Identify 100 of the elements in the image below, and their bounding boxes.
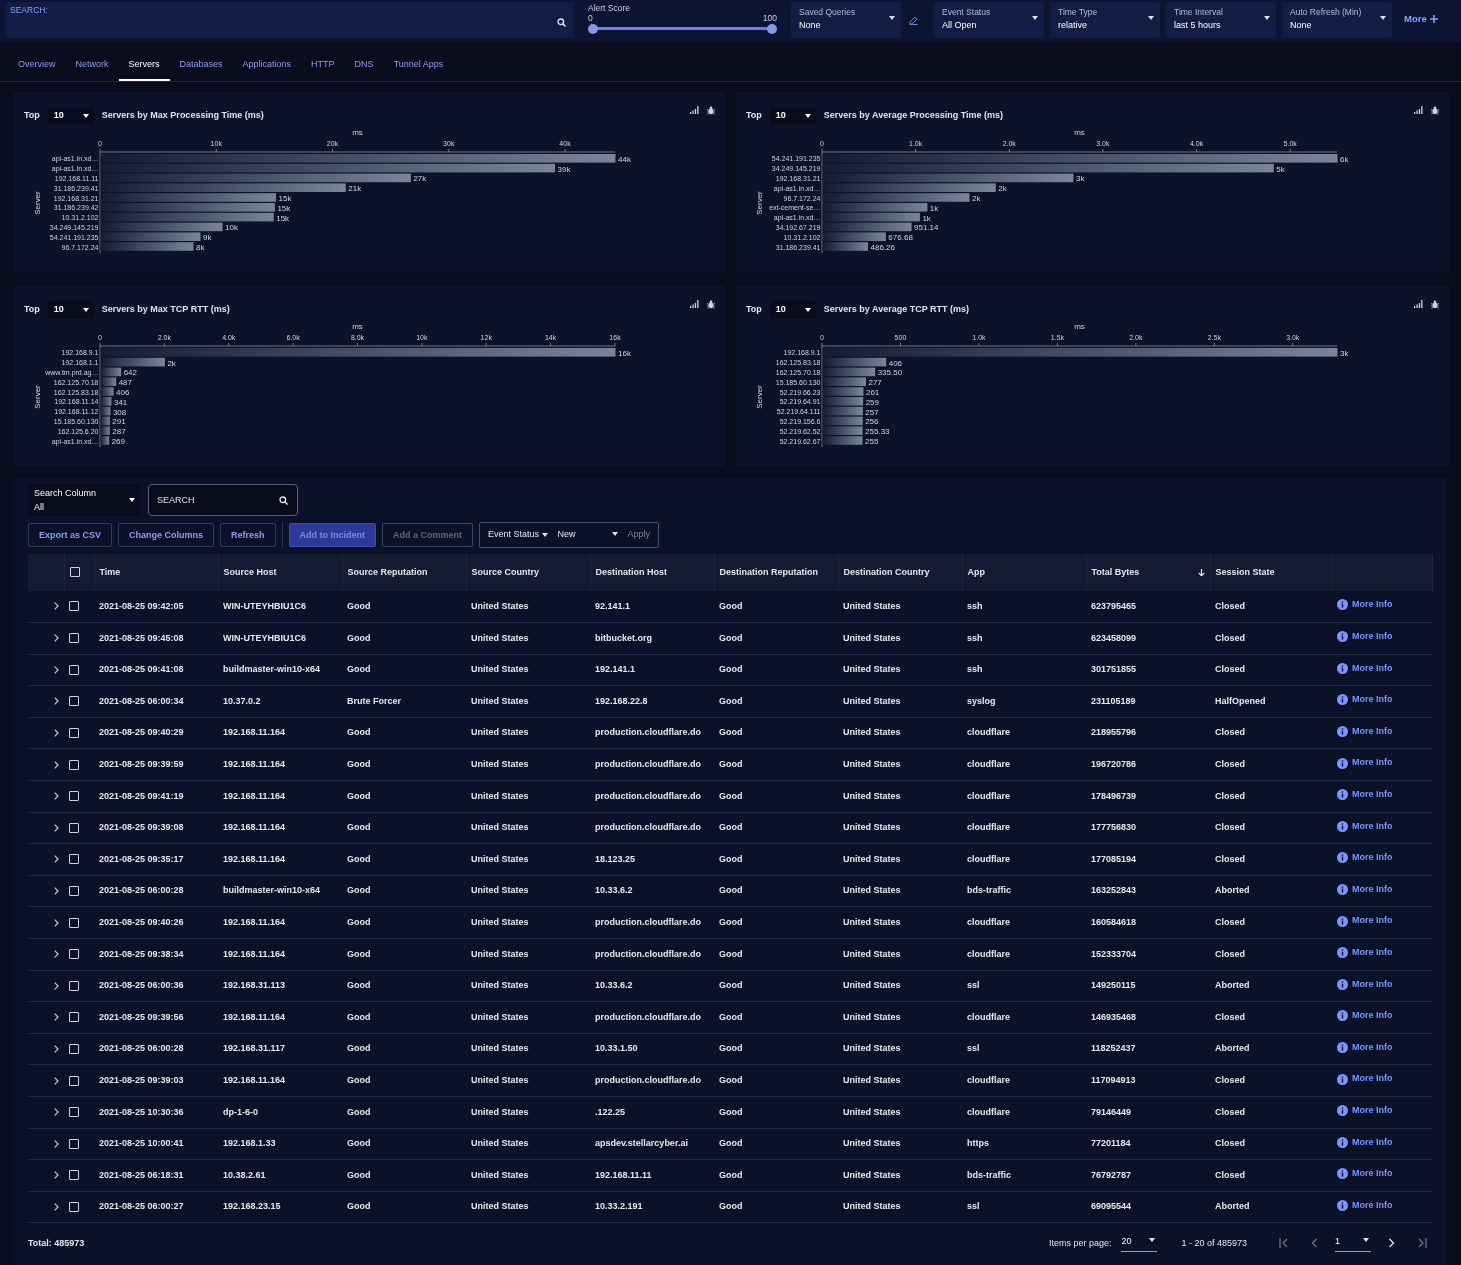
- more-info-link[interactable]: More Info: [1337, 1198, 1393, 1213]
- more-info-link[interactable]: More Info: [1337, 977, 1393, 992]
- signal-icon[interactable]: [690, 106, 699, 114]
- dropdown[interactable]: Time Interval last 5 hours: [1166, 2, 1276, 38]
- row-checkbox[interactable]: [69, 664, 79, 675]
- tab[interactable]: Tunnel Apps: [383, 49, 454, 81]
- row-checkbox[interactable]: [69, 696, 79, 707]
- status-select[interactable]: New: [557, 528, 618, 542]
- caret-icon: [82, 308, 89, 312]
- more-info-link[interactable]: More Info: [1337, 819, 1393, 834]
- row-checkbox[interactable]: [69, 1138, 79, 1149]
- row-checkbox[interactable]: [69, 601, 79, 612]
- more-info-link[interactable]: More Info: [1337, 693, 1393, 707]
- column-header[interactable]: Total Bytes: [1091, 565, 1140, 580]
- row-checkbox[interactable]: [69, 917, 79, 928]
- column-select[interactable]: Search Column All: [28, 484, 140, 516]
- table-cell: 2021-08-25 09:39:59: [99, 759, 184, 769]
- more-info-link[interactable]: More Info: [1337, 788, 1393, 802]
- tab[interactable]: Network: [65, 49, 119, 81]
- row-checkbox[interactable]: [69, 1107, 79, 1118]
- select-all-checkbox[interactable]: [69, 567, 80, 578]
- search-field[interactable]: SEARCH:: [6, 2, 574, 38]
- search-field[interactable]: SEARCH: [148, 484, 298, 516]
- more-info-link[interactable]: More Info: [1337, 1072, 1393, 1086]
- slider-thumb[interactable]: [588, 23, 598, 34]
- tab[interactable]: Servers: [118, 49, 170, 81]
- chevron-icon: [54, 729, 59, 738]
- more-info-link[interactable]: More Info: [1337, 1135, 1393, 1149]
- more-info-link[interactable]: More Info: [1337, 1040, 1393, 1055]
- table-cell: United States: [471, 1043, 529, 1054]
- tab[interactable]: Applications: [232, 49, 302, 81]
- chevron-icon: [54, 1076, 59, 1085]
- info-icon: [1337, 820, 1348, 832]
- column-header[interactable]: Session State: [1215, 565, 1275, 580]
- top-select[interactable]: 10: [47, 107, 94, 125]
- more-info-link[interactable]: More Info: [1337, 1167, 1393, 1181]
- axis-title: ms: [352, 322, 363, 331]
- more-info-link[interactable]: More Info: [1337, 756, 1393, 770]
- bug-icon[interactable]: [707, 299, 715, 309]
- column-header[interactable]: Source Host: [223, 565, 277, 580]
- more-info-link[interactable]: More Info: [1337, 945, 1393, 960]
- page-size-select[interactable]: 20: [1121, 1235, 1158, 1252]
- top-select[interactable]: 10: [47, 301, 94, 319]
- bug-icon[interactable]: [1431, 299, 1439, 309]
- bug-icon[interactable]: [707, 105, 715, 115]
- tab[interactable]: HTTP: [301, 49, 345, 81]
- top-select[interactable]: 10: [769, 301, 816, 319]
- row-checkbox[interactable]: [69, 1075, 79, 1086]
- bug-icon[interactable]: [1431, 105, 1439, 115]
- row-checkbox[interactable]: [69, 1170, 79, 1181]
- page-select[interactable]: 1: [1335, 1235, 1371, 1252]
- table-cell: 192.168.11.164: [223, 948, 286, 959]
- status-menu[interactable]: Event Status: [488, 528, 548, 542]
- tab[interactable]: Overview: [8, 49, 66, 81]
- signal-icon[interactable]: [1414, 106, 1423, 114]
- more-info-link[interactable]: More Info: [1337, 1009, 1393, 1023]
- row-checkbox[interactable]: [69, 886, 79, 896]
- info-icon: [1337, 884, 1348, 895]
- table-cell: 623795465: [1091, 600, 1137, 611]
- button[interactable]: Change Columns: [118, 523, 215, 547]
- dropdown[interactable]: Saved Queries None: [791, 2, 901, 38]
- slider-thumb[interactable]: [767, 23, 777, 34]
- more-info-link[interactable]: More Info: [1337, 598, 1393, 612]
- column-header[interactable]: Time: [99, 565, 121, 580]
- signal-icon[interactable]: [1414, 300, 1423, 308]
- signal-icon[interactable]: [690, 300, 699, 308]
- slider[interactable]: [588, 22, 777, 35]
- tab[interactable]: DNS: [344, 49, 384, 81]
- more-info-link[interactable]: More Info: [1337, 1103, 1393, 1118]
- row-checkbox[interactable]: [69, 791, 79, 802]
- row-checkbox[interactable]: [69, 1012, 79, 1023]
- row-checkbox[interactable]: [69, 980, 79, 991]
- more-info-link[interactable]: More Info: [1337, 914, 1393, 928]
- row-checkbox[interactable]: [69, 1044, 79, 1054]
- row-checkbox[interactable]: [69, 822, 79, 833]
- row-checkbox[interactable]: [69, 854, 79, 865]
- more-info-link[interactable]: More Info: [1337, 851, 1393, 865]
- button[interactable]: Export as CSV: [28, 523, 113, 547]
- row-checkbox[interactable]: [69, 633, 79, 644]
- top-select[interactable]: 10: [769, 107, 816, 125]
- row-checkbox[interactable]: [69, 1201, 79, 1212]
- button[interactable]: Refresh: [220, 523, 276, 547]
- more-info-link[interactable]: More Info: [1337, 630, 1393, 644]
- table-cell: Good: [347, 600, 371, 611]
- row-checkbox[interactable]: [69, 728, 79, 739]
- tab[interactable]: Databases: [169, 49, 233, 81]
- dropdown[interactable]: Auto Refresh (Min) None: [1282, 2, 1392, 38]
- edit-icon[interactable]: [909, 16, 918, 25]
- more-button[interactable]: More: [1398, 12, 1444, 27]
- more-info-link[interactable]: More Info: [1337, 661, 1393, 676]
- more-info-link[interactable]: More Info: [1337, 724, 1393, 739]
- caret-icon: [804, 114, 811, 118]
- row-checkbox[interactable]: [69, 949, 79, 960]
- column-header[interactable]: App: [967, 565, 985, 580]
- more-info-link[interactable]: More Info: [1337, 882, 1393, 897]
- dropdown[interactable]: Time Type relative: [1050, 2, 1160, 38]
- dropdown[interactable]: Event Status All Open: [934, 2, 1044, 38]
- row-checkbox[interactable]: [69, 759, 79, 770]
- table-cell: Good: [347, 727, 371, 738]
- caret-icon: [1264, 16, 1270, 20]
